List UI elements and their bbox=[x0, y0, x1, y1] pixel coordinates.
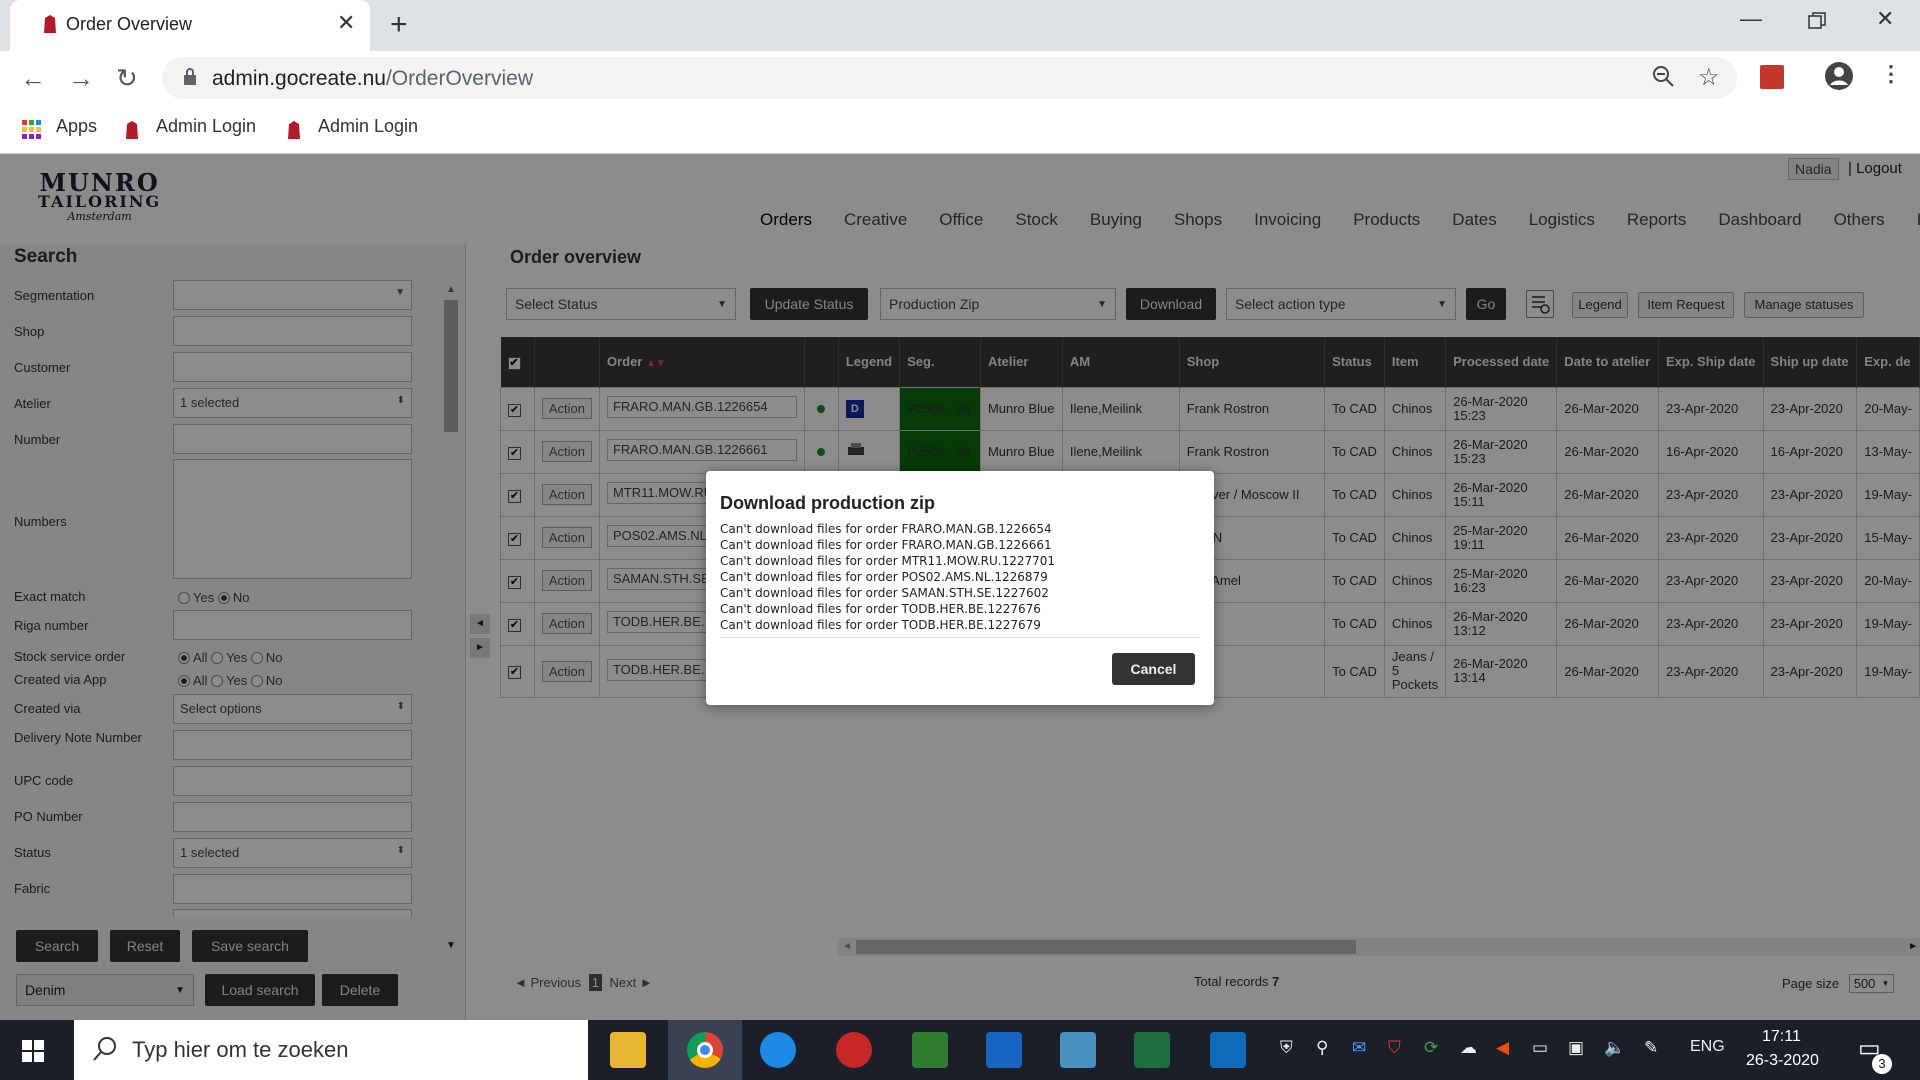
tailor-favicon-icon bbox=[286, 120, 302, 143]
language-indicator[interactable]: ENG bbox=[1690, 1038, 1725, 1056]
reload-icon[interactable]: ↻ bbox=[116, 63, 138, 94]
error-message: Can't download files for order FRARO.MAN… bbox=[720, 538, 1052, 552]
error-message: Can't download files for order TODB.HER.… bbox=[720, 618, 1041, 632]
excel-icon[interactable] bbox=[1134, 1032, 1170, 1068]
close-tab-icon[interactable]: ✕ bbox=[337, 10, 355, 36]
clock-time[interactable]: 17:11 bbox=[1762, 1028, 1801, 1046]
defender-icon[interactable]: ⛨ bbox=[1280, 1038, 1293, 1058]
address-bar[interactable]: admin.gocreate.nu/OrderOverview ☆ bbox=[162, 57, 1737, 99]
security-tray-icon[interactable]: ⛉ bbox=[1388, 1038, 1401, 1058]
pdf-extension-icon[interactable] bbox=[1760, 65, 1784, 89]
search-icon bbox=[92, 1036, 118, 1065]
dialog-title: Download production zip bbox=[720, 493, 935, 513]
snipping-tool-icon[interactable] bbox=[836, 1032, 872, 1068]
pen-icon[interactable]: ✎ bbox=[1644, 1038, 1658, 1058]
volume-icon[interactable]: 🔈 bbox=[1604, 1038, 1625, 1058]
dialog-divider bbox=[720, 637, 1200, 638]
url-text: admin.gocreate.nu/OrderOverview bbox=[212, 67, 533, 90]
forward-arrow-icon[interactable]: → bbox=[68, 63, 94, 94]
new-tab-button[interactable]: + bbox=[390, 8, 408, 42]
windows-start-icon[interactable] bbox=[22, 1040, 44, 1065]
taskbar-search-box[interactable]: Typ hier om te zoeken bbox=[74, 1020, 588, 1080]
tailor-favicon-icon bbox=[124, 120, 140, 143]
app-icon[interactable] bbox=[1060, 1032, 1096, 1068]
error-message: Can't download files for order TODB.HER.… bbox=[720, 602, 1041, 616]
close-window-icon[interactable]: ✕ bbox=[1876, 6, 1894, 32]
bookmark-apps[interactable]: Apps bbox=[56, 116, 97, 137]
menu-kebab-icon[interactable]: ⋮ bbox=[1880, 61, 1902, 87]
restore-icon[interactable] bbox=[1808, 10, 1826, 36]
bookmark-admin-login-1[interactable]: Admin Login bbox=[156, 116, 256, 137]
network-tool-icon[interactable]: ⚲ bbox=[1316, 1038, 1328, 1058]
windows-taskbar: Typ hier om te zoeken ⛨ ⚲ ✉ ⛉ ⟳ ☁ ◀ ▭ ▣ … bbox=[0, 1020, 1920, 1080]
internet-explorer-icon[interactable] bbox=[760, 1032, 796, 1068]
outlook-icon[interactable] bbox=[986, 1032, 1022, 1068]
cloud-icon[interactable]: ☁ bbox=[1460, 1038, 1477, 1058]
error-message: Can't download files for order FRARO.MAN… bbox=[720, 522, 1052, 536]
clock-date[interactable]: 26-3-2020 bbox=[1746, 1052, 1819, 1070]
tab-title: Order Overview bbox=[66, 14, 193, 34]
outlook-active-icon[interactable] bbox=[1210, 1032, 1246, 1068]
lock-icon bbox=[184, 68, 196, 85]
bookmarks-bar: Apps Admin Login Admin Login bbox=[0, 104, 1920, 154]
browser-toolbar: ← → ↻ admin.gocreate.nu/OrderOverview ☆ … bbox=[0, 51, 1920, 104]
browser-tab[interactable]: Order Overview ✕ bbox=[10, 0, 370, 51]
chrome-taskbar-slot[interactable] bbox=[668, 1020, 742, 1080]
chrome-icon bbox=[687, 1032, 723, 1068]
notification-count-badge: 3 bbox=[1872, 1054, 1892, 1074]
bookmark-admin-login-2[interactable]: Admin Login bbox=[318, 116, 418, 137]
file-explorer-icon[interactable] bbox=[610, 1032, 646, 1068]
error-message: Can't download files for order POS02.AMS… bbox=[720, 570, 1048, 584]
bookmark-star-icon[interactable]: ☆ bbox=[1698, 63, 1720, 92]
back-arrow-icon[interactable]: ← bbox=[20, 63, 46, 94]
profile-icon[interactable] bbox=[1824, 61, 1854, 94]
error-message: Can't download files for order SAMAN.STH… bbox=[720, 586, 1049, 600]
zoom-icon[interactable] bbox=[1652, 65, 1674, 93]
dialog-messages: Can't download files for order FRARO.MAN… bbox=[720, 521, 1055, 633]
apps-grid-icon[interactable] bbox=[22, 120, 42, 143]
cancel-button[interactable]: Cancel bbox=[1112, 653, 1195, 685]
browser-tab-strip: Order Overview ✕ + — ✕ bbox=[0, 0, 1920, 51]
minimize-icon[interactable]: — bbox=[1740, 6, 1762, 32]
battery-icon[interactable]: ▭ bbox=[1532, 1038, 1548, 1058]
error-message: Can't download files for order MTR11.MOW… bbox=[720, 554, 1056, 568]
sync-icon[interactable]: ⟳ bbox=[1424, 1038, 1438, 1058]
network-icon[interactable]: ▣ bbox=[1568, 1038, 1584, 1058]
download-zip-dialog: Download production zip Can't download f… bbox=[706, 471, 1214, 705]
tailor-favicon-icon bbox=[42, 14, 58, 34]
file-manager-icon[interactable] bbox=[912, 1032, 948, 1068]
speaker-muted-icon[interactable]: ◀ bbox=[1496, 1038, 1509, 1058]
outlook-tray-icon[interactable]: ✉ bbox=[1352, 1038, 1366, 1058]
